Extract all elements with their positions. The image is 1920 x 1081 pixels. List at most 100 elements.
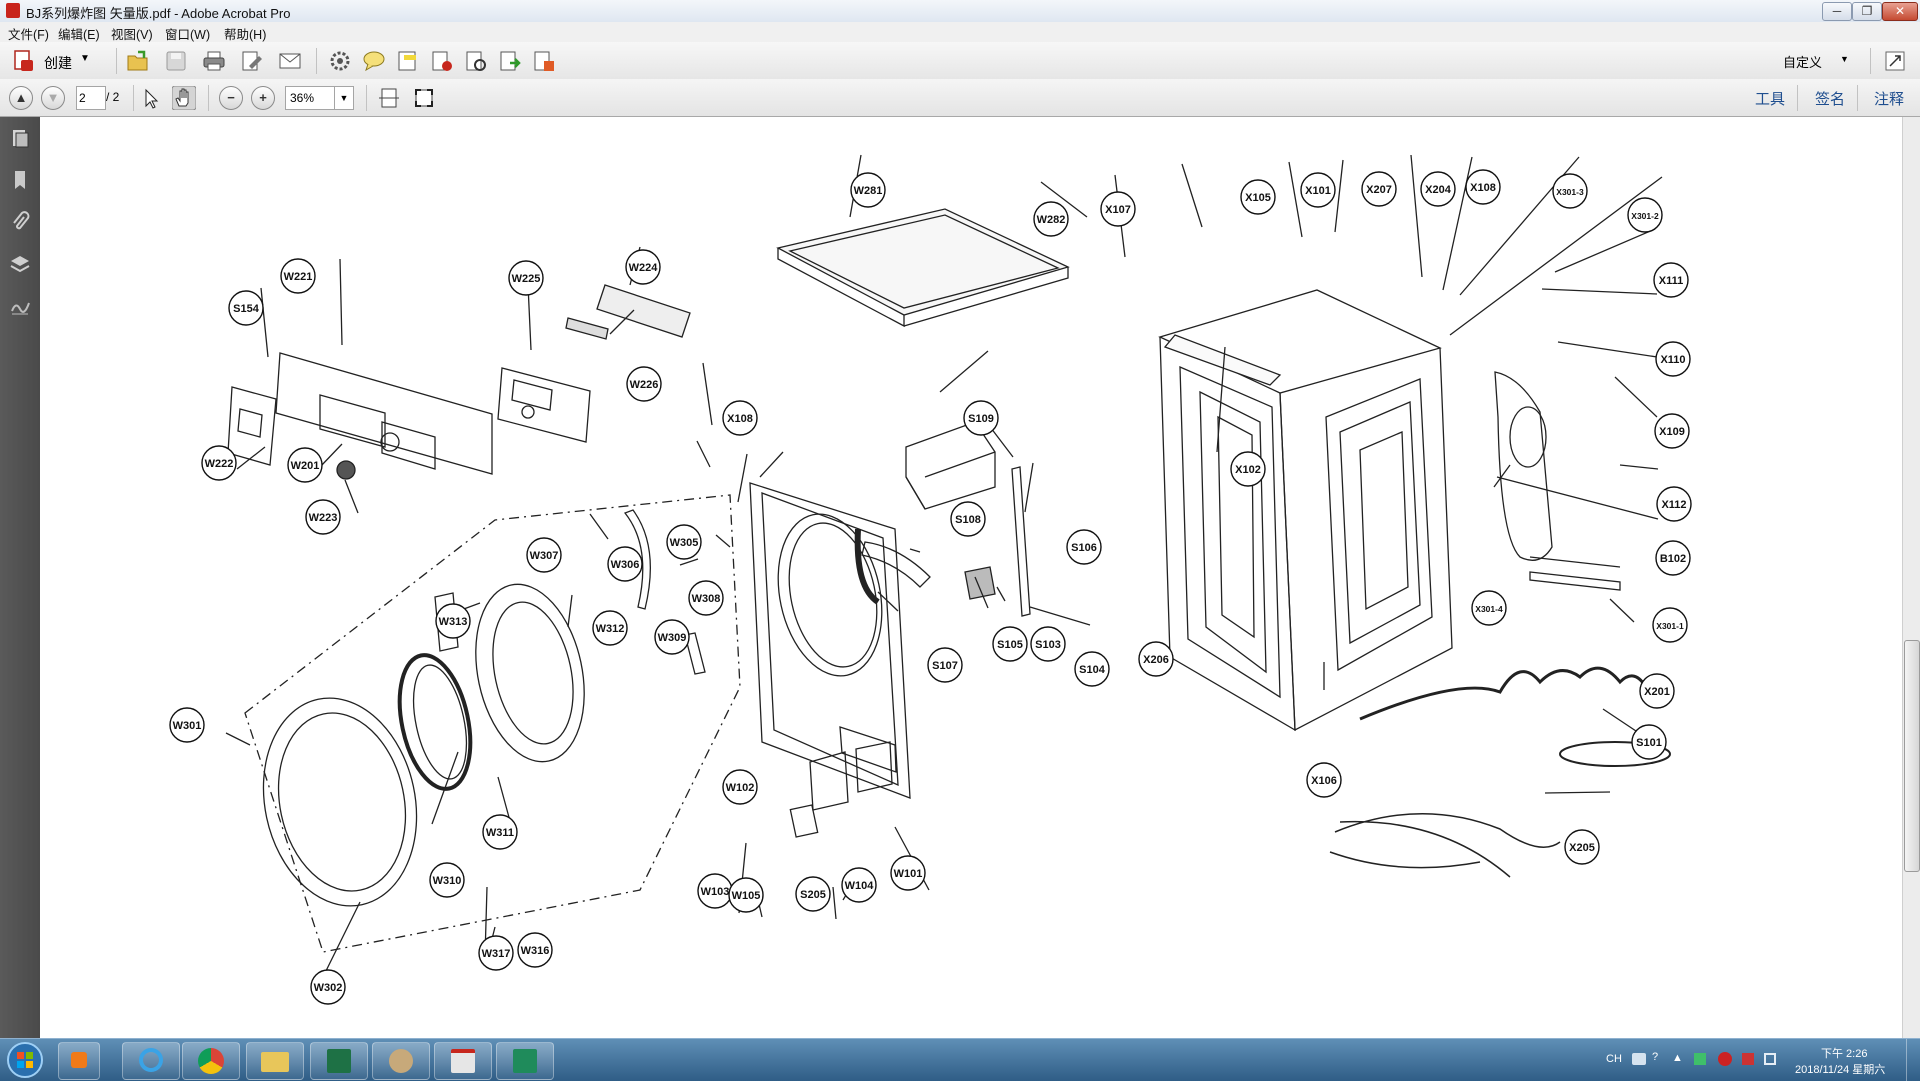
toolbar-divider xyxy=(1857,85,1858,111)
toolbar-divider xyxy=(133,85,134,111)
media-player-icon[interactable] xyxy=(58,1042,100,1080)
acrobat-taskbar-icon[interactable] xyxy=(434,1042,492,1080)
callout-label: S154 xyxy=(233,303,260,315)
callout-label: S205 xyxy=(800,889,826,901)
internet-explorer-icon[interactable] xyxy=(122,1042,180,1080)
layers-icon[interactable] xyxy=(9,253,31,275)
menu-view[interactable]: 视图(V) xyxy=(111,24,153,43)
create-button[interactable]: 创建 ▼ xyxy=(8,48,98,74)
comment-icon[interactable] xyxy=(362,49,386,73)
bookmarks-icon[interactable] xyxy=(9,169,31,191)
zoom-input[interactable] xyxy=(285,86,335,110)
navigation-toolbar: ▲ ▼ / 2 − + ▼ 工具 签名 注释 xyxy=(0,79,1920,117)
start-button-icon[interactable] xyxy=(6,1041,44,1079)
export-icon[interactable] xyxy=(498,49,522,73)
document-page[interactable]: W281 W282 X107 X105 X101 X207 X204 X108 X301-3 X3… xyxy=(40,117,1902,1038)
callout-label: X108 xyxy=(1470,182,1496,194)
chrome-icon[interactable] xyxy=(182,1042,240,1080)
callout-label: X108 xyxy=(727,413,753,425)
callout-label: W223 xyxy=(309,512,338,524)
sign-pane-link[interactable]: 签名 xyxy=(1815,88,1845,109)
app-taskbar-icon[interactable] xyxy=(496,1042,554,1080)
chevron-down-icon: ▼ xyxy=(80,53,90,64)
callout-label: X101 xyxy=(1305,185,1331,197)
callout-label: X301-3 xyxy=(1556,187,1584,197)
callout-label: W302 xyxy=(314,982,343,994)
zoom-dropdown-chevron-icon[interactable]: ▼ xyxy=(334,86,354,110)
close-button[interactable]: ✕ xyxy=(1882,2,1918,21)
previous-page-button[interactable]: ▲ xyxy=(9,86,33,110)
review-icon[interactable] xyxy=(532,49,556,73)
comment-pane-link[interactable]: 注释 xyxy=(1874,88,1904,109)
warning-icon[interactable] xyxy=(1742,1053,1754,1065)
security-icon[interactable] xyxy=(1718,1052,1732,1066)
callout-label: X107 xyxy=(1105,204,1131,216)
callout-label: S109 xyxy=(968,413,994,425)
zoom-in-button[interactable]: + xyxy=(251,86,275,110)
callout-label: X204 xyxy=(1425,184,1452,196)
callout-label: W305 xyxy=(670,537,699,549)
network-icon[interactable] xyxy=(1694,1053,1706,1065)
edit-icon[interactable] xyxy=(240,49,264,73)
page-number-input[interactable] xyxy=(76,86,106,110)
callout-label: B102 xyxy=(1660,553,1686,565)
callout-label: X106 xyxy=(1311,775,1337,787)
callout-label: W226 xyxy=(630,379,659,391)
gear-icon[interactable] xyxy=(328,49,352,73)
callout-label: X112 xyxy=(1661,499,1686,511)
vertical-scrollbar[interactable] xyxy=(1902,117,1920,1038)
save-icon[interactable] xyxy=(164,49,188,73)
secure-icon[interactable] xyxy=(464,49,488,73)
tools-pane-link[interactable]: 工具 xyxy=(1755,88,1785,109)
page-total: / 2 xyxy=(106,90,120,104)
excel-icon[interactable] xyxy=(310,1042,368,1080)
callout-label: X111 xyxy=(1659,275,1683,287)
paint-icon[interactable] xyxy=(372,1042,430,1080)
callout-label: S108 xyxy=(955,514,981,526)
scrollbar-thumb[interactable] xyxy=(1904,640,1920,872)
select-cursor-icon[interactable] xyxy=(141,87,163,109)
acrobat-app-icon xyxy=(6,3,20,18)
minimize-button[interactable]: ─ xyxy=(1822,2,1852,21)
restore-button[interactable]: ❐ xyxy=(1852,2,1882,21)
show-hidden-icons-chevron-icon[interactable]: ▲ xyxy=(1672,1052,1683,1064)
next-page-button[interactable]: ▼ xyxy=(41,86,65,110)
full-screen-icon[interactable] xyxy=(413,87,435,109)
menu-edit[interactable]: 编辑(E) xyxy=(58,24,100,43)
callout-label: X201 xyxy=(1644,686,1670,698)
menu-window[interactable]: 窗口(W) xyxy=(165,24,210,43)
create-pdf-icon xyxy=(14,50,33,71)
help-icon[interactable]: ? xyxy=(1652,1051,1658,1063)
attachments-icon[interactable] xyxy=(9,211,31,233)
highlight-icon[interactable] xyxy=(396,49,420,73)
print-icon[interactable] xyxy=(202,49,226,73)
signatures-icon[interactable] xyxy=(9,295,31,317)
chevron-down-icon[interactable]: ▼ xyxy=(1840,54,1849,64)
menu-file[interactable]: 文件(F) xyxy=(8,24,49,43)
customize-label[interactable]: 自定义 xyxy=(1783,52,1822,71)
fit-page-icon[interactable] xyxy=(378,87,400,109)
hand-tool-icon[interactable] xyxy=(172,86,196,110)
callout-label: W309 xyxy=(658,632,687,644)
title-bar: BJ系列爆炸图 矢量版.pdf - Adobe Acrobat Pro ─ ❐ … xyxy=(0,0,1920,23)
menu-help[interactable]: 帮助(H) xyxy=(224,24,266,43)
expand-icon[interactable] xyxy=(1884,50,1906,72)
keyboard-icon[interactable] xyxy=(1632,1053,1646,1065)
clock-date[interactable]: 2018/11/24 星期六 xyxy=(1795,1061,1885,1077)
page-thumbnails-icon[interactable] xyxy=(9,127,31,149)
input-language-indicator[interactable]: CH xyxy=(1606,1053,1622,1065)
callout-label: X301-2 xyxy=(1631,211,1659,221)
callout-label: S105 xyxy=(997,639,1023,651)
speaker-icon[interactable] xyxy=(1764,1053,1776,1065)
file-explorer-icon[interactable] xyxy=(246,1042,304,1080)
clock-time[interactable]: 下午 2:26 xyxy=(1821,1045,1867,1061)
email-icon[interactable] xyxy=(278,49,302,73)
toolbar-divider xyxy=(366,85,367,111)
show-desktop-button[interactable] xyxy=(1906,1039,1920,1081)
callout-label: X102 xyxy=(1235,464,1261,476)
open-folder-icon[interactable] xyxy=(126,49,150,73)
window-title: BJ系列爆炸图 矢量版.pdf - Adobe Acrobat Pro xyxy=(26,6,291,21)
sign-icon[interactable] xyxy=(430,49,454,73)
zoom-out-button[interactable]: − xyxy=(219,86,243,110)
callout-label: W221 xyxy=(284,271,313,283)
